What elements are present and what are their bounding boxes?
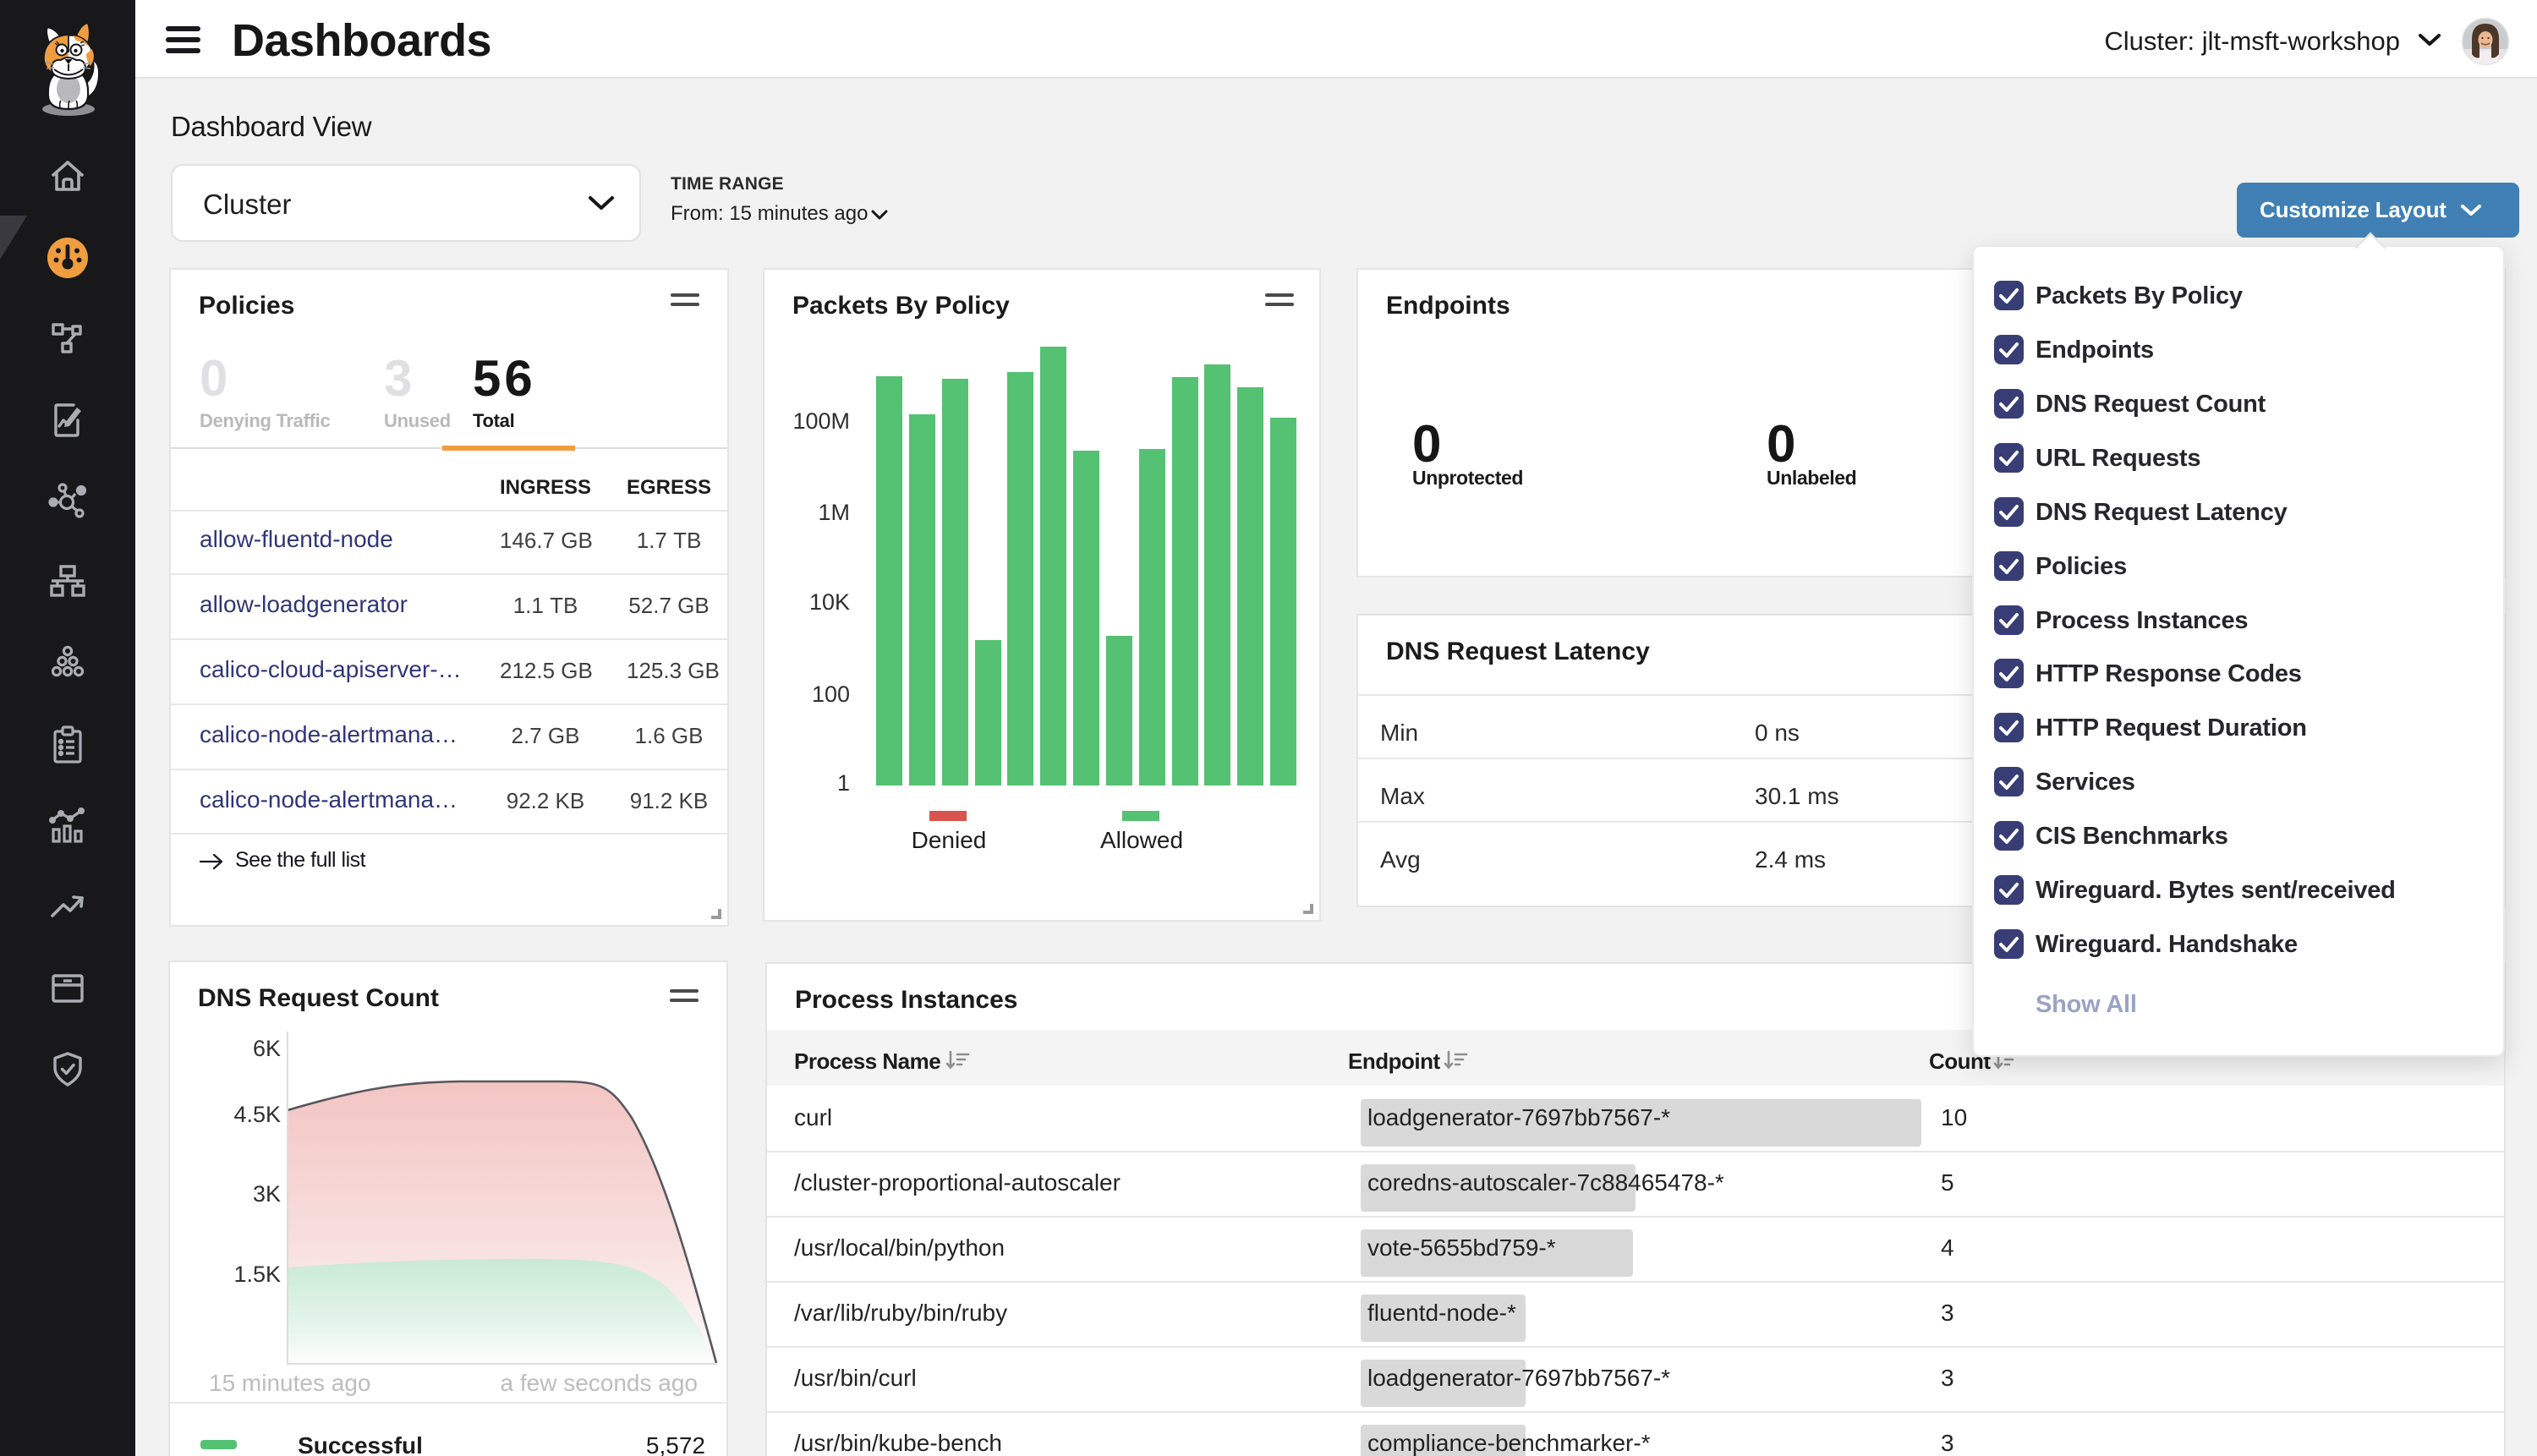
svg-text:4.5K: 4.5K bbox=[233, 1102, 281, 1127]
svg-text:1.5K: 1.5K bbox=[233, 1262, 281, 1287]
svg-text:1M: 1M bbox=[818, 500, 850, 525]
svg-text:5,572: 5,572 bbox=[646, 1432, 705, 1456]
svg-text:10K: 10K bbox=[809, 589, 850, 615]
svg-text:Successful: Successful bbox=[298, 1432, 423, 1456]
svg-text:6K: 6K bbox=[253, 1036, 281, 1061]
svg-text:Allowed: Allowed bbox=[1100, 827, 1183, 853]
svg-text:3K: 3K bbox=[253, 1181, 281, 1207]
svg-text:15 minutes ago: 15 minutes ago bbox=[209, 1370, 370, 1396]
svg-text:100: 100 bbox=[812, 681, 850, 707]
svg-text:a few seconds ago: a few seconds ago bbox=[501, 1370, 699, 1396]
svg-text:Denied: Denied bbox=[912, 827, 987, 853]
svg-text:100M: 100M bbox=[792, 408, 850, 434]
svg-text:1: 1 bbox=[837, 770, 850, 796]
